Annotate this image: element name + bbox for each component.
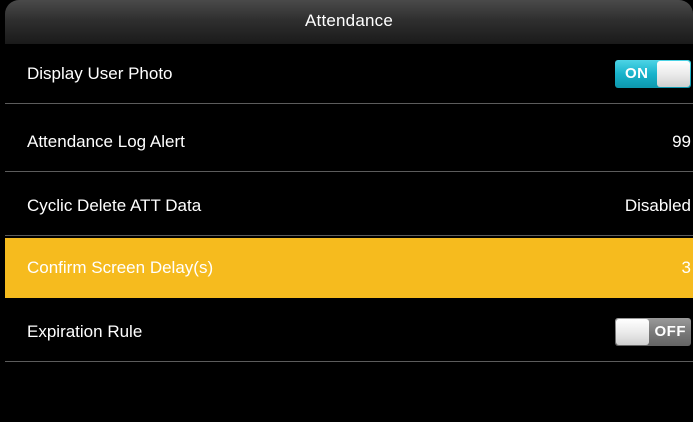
toggle-state-label: ON: [625, 64, 649, 82]
setting-label: Expiration Rule: [27, 321, 143, 341]
setting-row-cyclic-delete-att-data[interactable]: Cyclic Delete ATT Data Disabled: [5, 176, 693, 236]
setting-label: Cyclic Delete ATT Data: [27, 195, 202, 215]
setting-label: Confirm Screen Delay(s): [27, 257, 214, 277]
setting-row-display-user-photo[interactable]: Display User Photo ON: [5, 44, 693, 104]
expiration-rule-toggle[interactable]: OFF: [615, 317, 691, 346]
setting-row-attendance-log-alert[interactable]: Attendance Log Alert 99: [5, 112, 693, 172]
toggle-knob: [616, 318, 649, 345]
page-title: Attendance: [304, 11, 393, 30]
setting-label: Attendance Log Alert: [27, 131, 185, 151]
display-user-photo-toggle[interactable]: ON: [615, 59, 691, 88]
setting-value: 3: [681, 257, 691, 277]
title-bar: Attendance: [5, 0, 693, 44]
setting-value: 99: [672, 131, 691, 151]
setting-value: Disabled: [624, 195, 691, 215]
toggle-state-label: OFF: [654, 322, 686, 340]
setting-row-expiration-rule[interactable]: Expiration Rule OFF: [5, 302, 693, 362]
toggle-knob: [657, 60, 690, 87]
setting-label: Display User Photo: [27, 63, 173, 83]
setting-row-confirm-screen-delay[interactable]: Confirm Screen Delay(s) 3: [5, 238, 693, 298]
attendance-settings-screen: Attendance Display User Photo ON Attenda…: [0, 0, 693, 422]
